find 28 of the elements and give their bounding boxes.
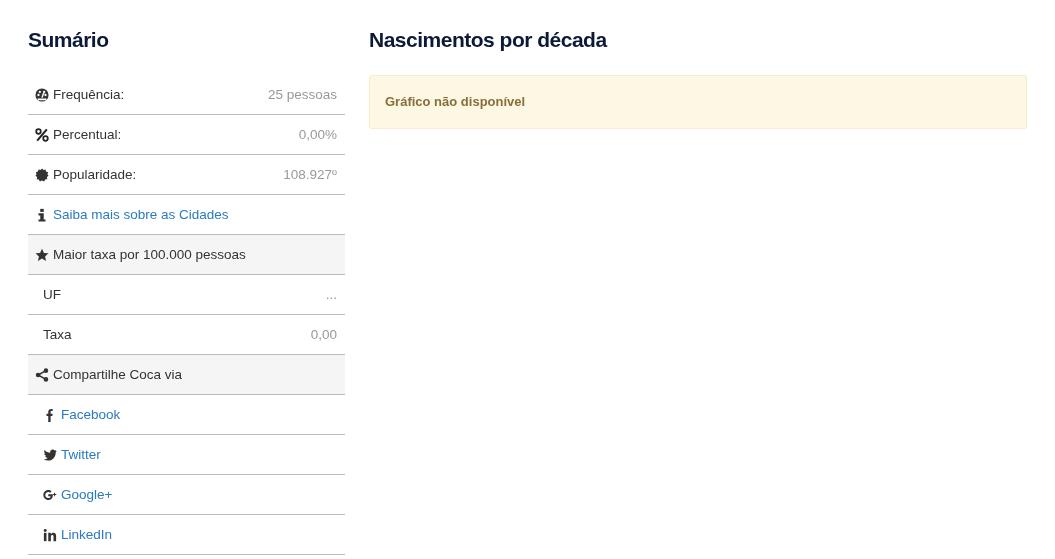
share-link[interactable]: Google+ [61, 487, 113, 502]
share-icon [35, 367, 49, 382]
detail-value: ... [325, 287, 337, 302]
linkedin-icon [43, 527, 57, 542]
gauge-icon [35, 87, 49, 102]
stat-value: 0,00% [298, 127, 337, 142]
stat-label: Frequência: [53, 87, 125, 102]
stat-value: 108.927º [283, 167, 337, 182]
stat-value: 25 pessoas [267, 87, 337, 102]
header-label: Maior taxa por 100.000 pessoas [53, 247, 246, 262]
share-link[interactable]: LinkedIn [61, 527, 113, 542]
star-icon [35, 247, 49, 262]
bird-icon [43, 447, 57, 462]
stat-label: Percentual: [53, 127, 122, 142]
share-link[interactable]: Twitter [61, 447, 101, 462]
detail-label: UF [43, 287, 61, 302]
info-link[interactable]: Saiba mais sobre as Cidades [53, 207, 229, 222]
section-title: Sumário [28, 27, 110, 53]
percent-icon [35, 127, 49, 142]
warning-alert: Gráfico não disponível [369, 75, 1027, 129]
stat-label: Popularidade: [53, 167, 137, 182]
detail-value: 0,00 [310, 327, 337, 342]
badge-icon [35, 167, 49, 182]
header-label: Compartilhe Coca via [53, 367, 183, 382]
share-link[interactable]: Facebook [61, 407, 121, 422]
google-plus-icon [43, 487, 57, 502]
detail-label: Taxa [43, 327, 72, 342]
section-title: Nascimentos por década [369, 27, 609, 53]
